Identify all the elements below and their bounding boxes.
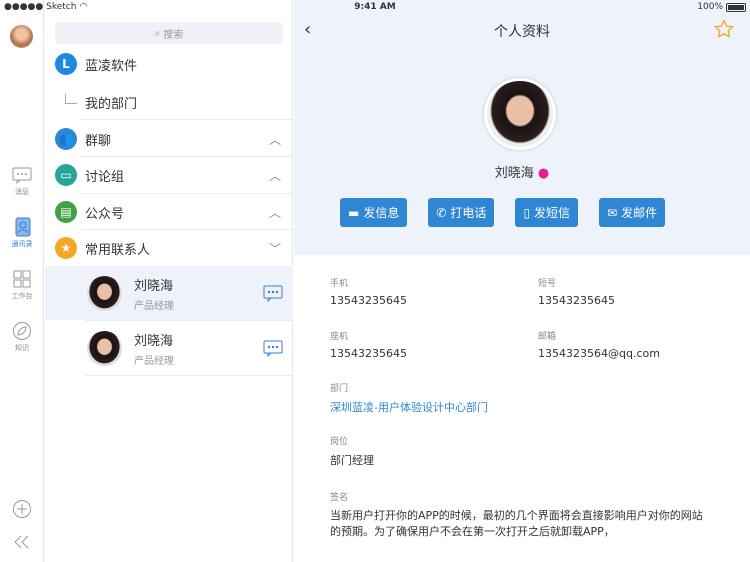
contact-title: 产品经理 — [134, 355, 174, 367]
phone-icon: ✆ — [436, 205, 447, 220]
frequent-contacts-item[interactable]: ★ 常用联系人 ﹀ — [45, 236, 293, 260]
mobile-icon: ▯ — [523, 205, 531, 220]
button-label: 发信息 — [363, 206, 400, 220]
compass-icon — [12, 321, 32, 341]
field-email: 邮箱 1354323564@qq.com — [538, 332, 660, 360]
field-position: 岗位 部门经理 — [330, 437, 374, 467]
org-logo: L — [55, 53, 77, 75]
nav-rail: 消息 通讯录 工作台 知识 — [0, 0, 44, 562]
call-button[interactable]: ✆ 打电话 — [428, 198, 495, 227]
org-name: 蓝凌软件 — [85, 58, 138, 74]
field-signature: 签名 当新用户打开你的APP的时候，最初的几个界面将会直接影响用户对你的网站的预期… — [330, 493, 703, 538]
group-label: 公众号 — [85, 206, 125, 222]
page-title: 个人资料 — [494, 24, 550, 40]
discussion-group-item[interactable]: ▭ 讨论组 ︿ — [45, 163, 293, 187]
chat-icon: ▬ — [348, 205, 360, 220]
field-short: 短号 13543235645 — [538, 279, 615, 307]
profile-name: 刘晓海 — [494, 166, 534, 181]
chevron-up-icon: ︿ — [268, 132, 281, 147]
field-mobile: 手机 13543235645 — [330, 279, 407, 307]
profile-header: ‹ 个人资料 刘晓海 ● ▬ 发信息 ✆ 打电话 ▯ 发短信 ✉ 发邮件 — [294, 0, 750, 255]
chevron-up-icon: ︿ — [268, 168, 281, 183]
search-input[interactable]: ⌕ 搜索 — [55, 22, 283, 44]
nav-contacts[interactable]: 通讯录 — [0, 217, 44, 249]
nav-label: 通讯录 — [11, 240, 33, 248]
tree-branch-icon — [65, 94, 77, 104]
nav-label: 消息 — [15, 188, 29, 196]
nav-label: 工作台 — [11, 292, 33, 300]
chevron-up-icon: ︿ — [268, 205, 281, 220]
female-icon: ● — [537, 166, 550, 181]
contact-avatar — [87, 275, 122, 311]
favorite-star-icon[interactable] — [713, 18, 735, 43]
document-icon: ▤ — [55, 201, 77, 223]
user-avatar[interactable] — [10, 25, 33, 48]
group-chat-item[interactable]: 👥 群聊 ︿ — [45, 127, 293, 151]
add-button[interactable] — [0, 499, 44, 521]
nav-messages[interactable]: 消息 — [0, 165, 44, 197]
button-label: 打电话 — [450, 206, 487, 220]
battery-percent: 100% — [697, 2, 723, 12]
profile-avatar — [484, 78, 556, 150]
group-icon: 👥 — [55, 128, 77, 150]
send-message-button[interactable]: ▬ 发信息 — [340, 198, 408, 227]
contact-name: 刘晓海 — [134, 333, 174, 349]
field-landline: 座机 13543235645 — [330, 332, 407, 360]
message-icon[interactable] — [263, 285, 283, 306]
double-chevron-left-icon — [12, 532, 32, 552]
button-label: 发短信 — [534, 206, 571, 220]
search-placeholder: 搜索 — [163, 29, 184, 41]
nav-workbench[interactable]: 工作台 — [0, 269, 44, 301]
search-icon: ⌕ — [154, 27, 161, 39]
battery-icon — [726, 2, 746, 12]
send-email-button[interactable]: ✉ 发邮件 — [599, 198, 666, 227]
department-label: 我的部门 — [85, 96, 138, 112]
profile-panel: ‹ 个人资料 刘晓海 ● ▬ 发信息 ✆ 打电话 ▯ 发短信 ✉ 发邮件 手机 13543… — [294, 0, 750, 562]
group-label: 常用联系人 — [85, 242, 151, 258]
collapse-button[interactable] — [0, 532, 44, 554]
status-bar: ●●●●● Sketch ◠ 9:41 AM 100% — [0, 0, 750, 14]
send-sms-button[interactable]: ▯ 发短信 — [515, 198, 579, 227]
my-department-item[interactable]: 我的部门 — [45, 90, 293, 114]
org-item[interactable]: L 蓝凌软件 — [45, 52, 293, 76]
contact-row[interactable]: 刘晓海 产品经理 — [45, 321, 293, 375]
grid-icon — [12, 269, 32, 289]
nav-label: 知识 — [15, 344, 29, 352]
department-link[interactable]: 深圳蓝凌-用户体验设计中心部门 — [330, 399, 488, 415]
star-icon: ★ — [55, 237, 77, 259]
clock: 9:41 AM — [354, 2, 396, 12]
contacts-book-icon — [12, 217, 32, 237]
contact-name: 刘晓海 — [134, 278, 174, 294]
plus-circle-icon — [12, 499, 32, 519]
mail-icon: ✉ — [607, 205, 618, 220]
group-label: 群聊 — [85, 133, 112, 149]
chat-icon — [12, 165, 32, 185]
nav-knowledge[interactable]: 知识 — [0, 321, 44, 353]
contact-avatar — [87, 330, 122, 366]
contact-row[interactable]: 刘晓海 产品经理 — [45, 266, 293, 320]
group-label: 讨论组 — [85, 169, 125, 185]
official-account-item[interactable]: ▤ 公众号 ︿ — [45, 200, 293, 224]
contacts-panel: ⌕ 搜索 L 蓝凌软件 我的部门 👥 群聊 ︿ ▭ 讨论组 ︿ ▤ 公众号 ︿ ★ 常用联系人 ﹀ … — [45, 0, 293, 562]
contact-title: 产品经理 — [134, 300, 174, 312]
chevron-down-icon: ﹀ — [268, 241, 281, 256]
message-icon[interactable] — [263, 340, 283, 361]
field-department: 部门 深圳蓝凌-用户体验设计中心部门 — [330, 384, 488, 415]
discussion-icon: ▭ — [55, 164, 77, 186]
button-label: 发邮件 — [621, 206, 658, 220]
